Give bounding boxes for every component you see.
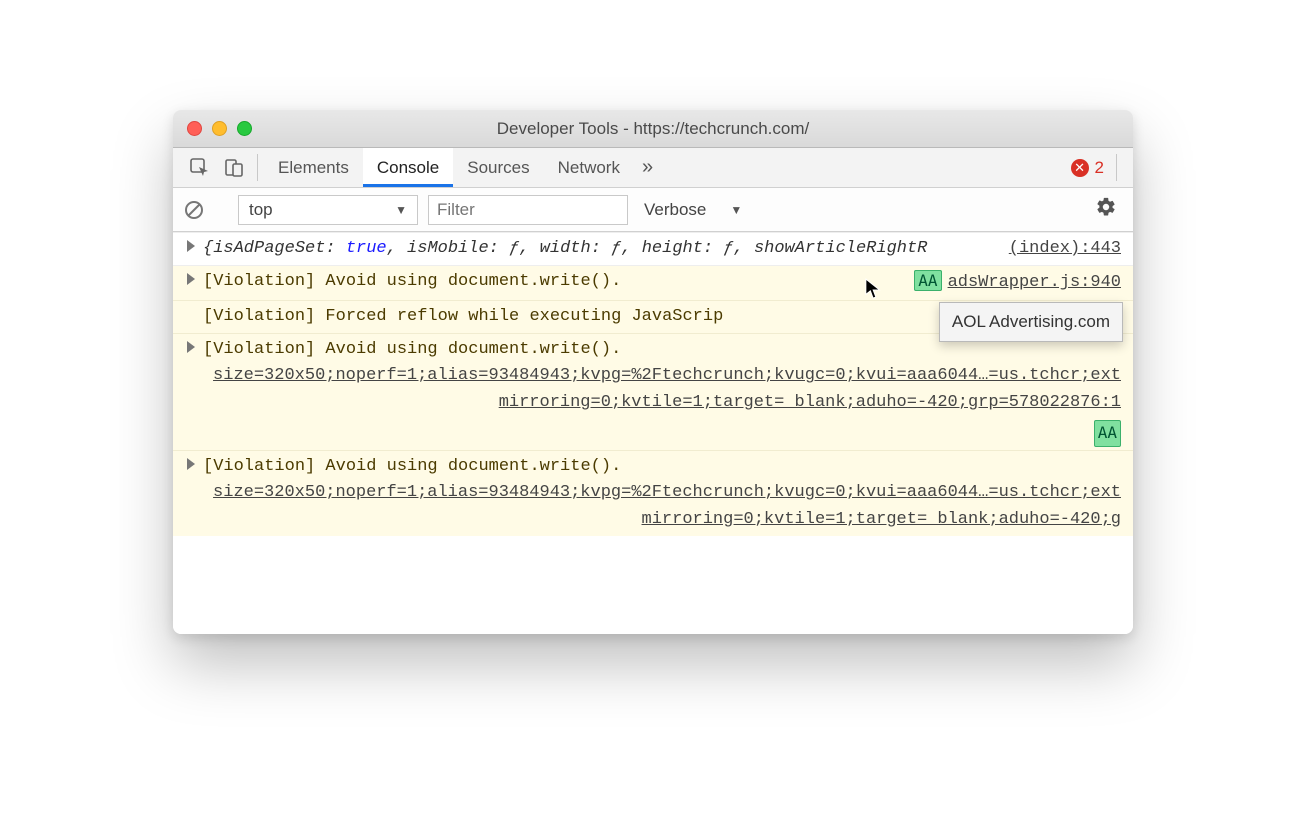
close-window-button[interactable] <box>187 121 202 136</box>
log-entry[interactable]: (index):443 {isAdPageSet: true, isMobile… <box>173 232 1133 266</box>
error-icon: ✕ <box>1071 159 1089 177</box>
traffic-lights <box>187 121 252 136</box>
chevron-down-icon: ▼ <box>395 203 407 217</box>
separator <box>1116 154 1117 181</box>
log-entry[interactable]: [Violation] Avoid using document.write()… <box>173 334 1133 451</box>
source-link[interactable]: adsWrapper.js:940 <box>948 273 1121 292</box>
context-selector[interactable]: top ▼ <box>238 195 418 225</box>
console-settings-icon[interactable] <box>1095 196 1123 223</box>
device-toolbar-icon[interactable] <box>217 148 251 187</box>
separator <box>257 154 258 181</box>
log-entry[interactable]: AA adsWrapper.js:940 [Violation] Avoid us… <box>173 266 1133 300</box>
tab-network[interactable]: Network <box>544 148 634 187</box>
disclosure-triangle-icon[interactable] <box>187 240 195 252</box>
devtools-window: Developer Tools - https://techcrunch.com… <box>173 110 1133 634</box>
context-value: top <box>249 200 273 220</box>
source-link[interactable]: size=320x50;noperf=1;alias=93484943;kvpg… <box>203 363 1121 416</box>
minimize-window-button[interactable] <box>212 121 227 136</box>
clear-console-icon[interactable] <box>183 199 205 221</box>
zoom-window-button[interactable] <box>237 121 252 136</box>
log-message: [Violation] Avoid using document.write()… <box>203 457 621 476</box>
disclosure-triangle-icon[interactable] <box>187 458 195 470</box>
console-log-area[interactable]: (index):443 {isAdPageSet: true, isMobile… <box>173 232 1133 634</box>
console-toolbar: top ▼ Verbose ▼ <box>173 188 1133 232</box>
inspect-element-icon[interactable] <box>183 148 217 187</box>
disclosure-triangle-icon[interactable] <box>187 341 195 353</box>
tab-sources[interactable]: Sources <box>453 148 543 187</box>
chevron-down-icon: ▼ <box>730 203 742 217</box>
disclosure-triangle-icon[interactable] <box>187 273 195 285</box>
tab-elements[interactable]: Elements <box>264 148 363 187</box>
more-tabs-button[interactable]: » <box>634 148 661 187</box>
log-message: [Violation] Avoid using document.write()… <box>203 272 621 291</box>
log-entry[interactable]: [Violation] Avoid using document.write()… <box>173 451 1133 536</box>
third-party-badge[interactable]: AA <box>914 270 941 291</box>
panel-tab-bar: Elements Console Sources Network » ✕ 2 <box>173 148 1133 188</box>
log-level-value: Verbose <box>644 200 706 220</box>
log-message: [Violation] Forced reflow while executin… <box>203 307 723 326</box>
source-link[interactable]: size=320x50;noperf=1;alias=93484943;kvpg… <box>203 480 1121 533</box>
error-count-value: 2 <box>1095 158 1104 178</box>
log-message: [Violation] Avoid using document.write()… <box>203 340 621 359</box>
error-count[interactable]: ✕ 2 <box>1071 148 1110 187</box>
tab-console[interactable]: Console <box>363 148 453 187</box>
log-level-selector[interactable]: Verbose ▼ <box>638 200 742 220</box>
source-link[interactable]: (index):443 <box>1009 236 1121 262</box>
window-title: Developer Tools - https://techcrunch.com… <box>173 119 1133 139</box>
titlebar: Developer Tools - https://techcrunch.com… <box>173 110 1133 148</box>
filter-input[interactable] <box>428 195 628 225</box>
badge-tooltip: AOL Advertising.com <box>939 302 1123 342</box>
third-party-badge[interactable]: AA <box>1094 420 1121 447</box>
log-object: {isAdPageSet: true, isMobile: ƒ, width: … <box>203 239 927 258</box>
